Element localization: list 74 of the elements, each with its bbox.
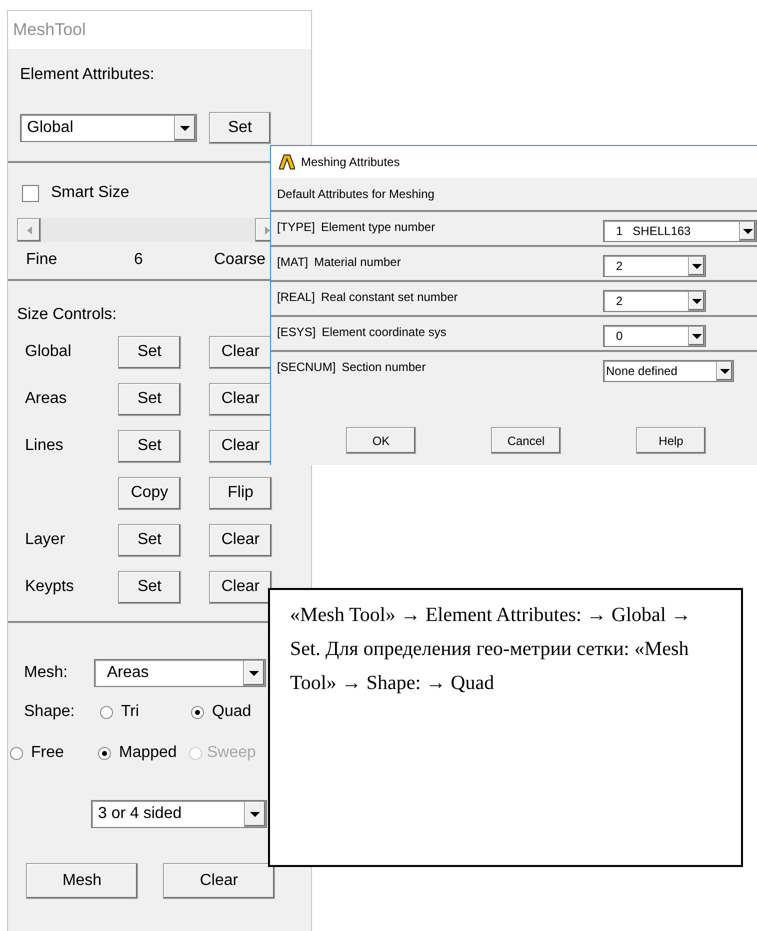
dropdown[interactable]: None defined (603, 360, 734, 382)
field-label: Element type number (321, 219, 436, 236)
button[interactable]: Set (118, 570, 181, 604)
row-label: Keypts (25, 578, 74, 595)
radio-label: Tri (121, 702, 140, 722)
row-label: Layer (25, 531, 66, 548)
field-code: [REAL] (277, 289, 316, 306)
field-code: [TYPE] (277, 219, 316, 236)
row-label: Global (25, 343, 72, 360)
button[interactable]: Mesh (26, 863, 138, 899)
button[interactable]: Set (118, 382, 181, 416)
button[interactable]: Clear (209, 524, 272, 556)
radio-button[interactable] (10, 746, 23, 760)
app-logo-icon (279, 154, 295, 170)
radio-button[interactable] (191, 706, 204, 718)
dropdown-arrow-icon (742, 228, 752, 234)
radio-button[interactable] (98, 746, 111, 760)
checkbox[interactable] (22, 184, 39, 202)
field-label: Shape: (24, 702, 76, 722)
dropdown-arrow-icon (180, 126, 190, 130)
button[interactable]: Set (118, 524, 181, 556)
dropdown-arrow-icon (720, 368, 730, 374)
button[interactable]: Clear (209, 430, 272, 462)
row-label: Lines (25, 437, 64, 454)
field-code: [SECNUM] (277, 359, 336, 376)
dropdown-arrow-icon (250, 812, 260, 816)
dropdown[interactable]: Areas (94, 659, 266, 687)
window-title: Meshing Attributes (301, 154, 400, 171)
button[interactable]: Copy (118, 476, 181, 510)
button[interactable]: Help (636, 427, 706, 454)
dialog-heading: Default Attributes for Meshing (277, 186, 434, 203)
button[interactable]: OK (346, 427, 416, 454)
arrow-icon (26, 226, 32, 234)
dropdown-arrow-icon (692, 264, 702, 268)
dropdown[interactable]: 0 (603, 325, 706, 347)
dropdown[interactable]: 2 (603, 255, 706, 277)
dropdown-arrow-icon (249, 670, 259, 676)
window-title: MeshTool (13, 19, 86, 42)
button[interactable]: Clear (163, 863, 275, 899)
checkbox-label: Smart Size (51, 183, 130, 203)
button[interactable]: Flip (209, 476, 272, 510)
dropdown-arrow-icon (692, 298, 702, 304)
dropdown[interactable]: Global (20, 114, 197, 142)
section-label: Element Attributes: (20, 65, 156, 83)
note-text: «Mesh Tool» → Element Attributes: → Global → Set. Для определения гео-метрии сетки: «Mesh Tool» → Shape: → Quad (290, 603, 692, 696)
dropdown-arrow-icon (692, 334, 702, 338)
slider-label: Fine (26, 250, 58, 270)
field-label: Element coordinate sys (322, 324, 446, 341)
radio-label: Quad (212, 702, 252, 722)
arrow-icon (264, 226, 270, 234)
radio-button[interactable] (100, 706, 113, 718)
button[interactable]: Cancel (491, 427, 561, 454)
button[interactable]: Set (118, 430, 181, 462)
radio-label: Sweep (207, 743, 256, 763)
button[interactable]: Clear (209, 570, 272, 604)
dropdown[interactable]: 3 or 4 sided (91, 800, 267, 828)
field-label: Section number (342, 359, 426, 376)
field-code: [ESYS] (277, 324, 316, 341)
slider-label: Coarse (214, 250, 266, 270)
button[interactable]: Set (118, 336, 181, 368)
button[interactable]: Set (209, 112, 271, 144)
field-code: [MAT] (277, 254, 308, 271)
slider-label: 6 (134, 250, 144, 270)
field-label: Mesh: (24, 663, 69, 683)
field-label: Material number (314, 254, 401, 271)
dropdown[interactable]: 1 SHELL163 (603, 220, 757, 242)
section-label: Size Controls: (17, 305, 118, 323)
row-label: Areas (25, 390, 67, 407)
field-label: Real constant set number (321, 289, 458, 306)
button[interactable]: Clear (209, 382, 272, 416)
radio-label: Mapped (119, 743, 177, 763)
radio-label: Free (31, 743, 64, 763)
button[interactable]: Clear (209, 336, 272, 368)
dropdown[interactable]: 2 (603, 290, 706, 312)
